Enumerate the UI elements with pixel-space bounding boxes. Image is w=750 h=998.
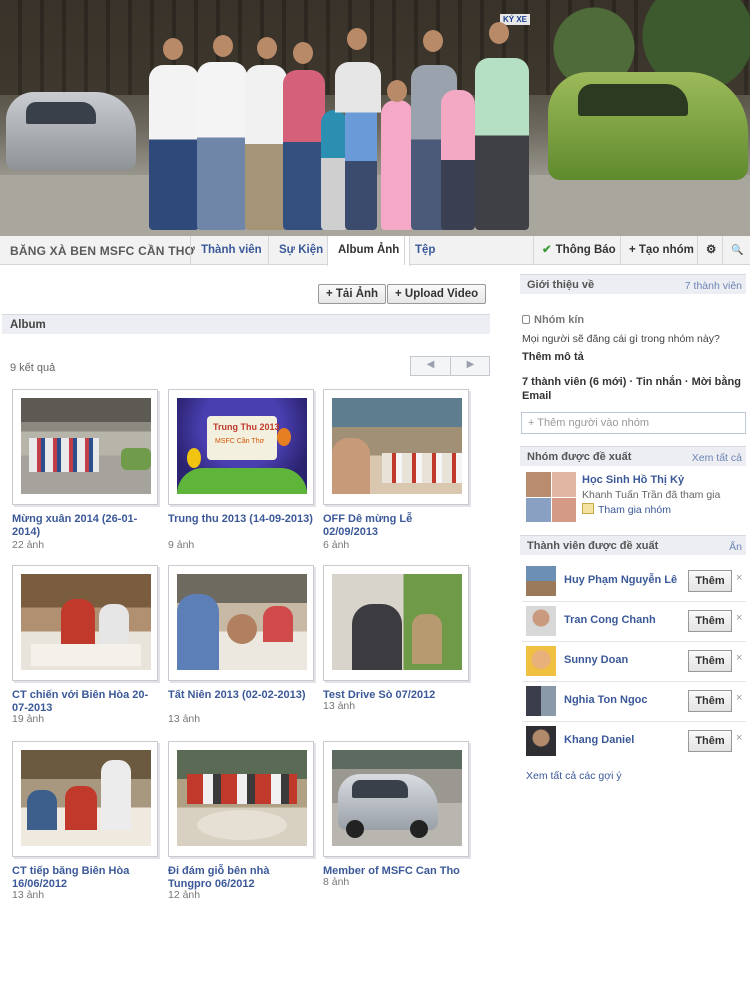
suggested-member-row: Huy Phạm Nguyễn Lê Thêm × [522, 563, 746, 601]
create-group-button[interactable]: + Tạo nhóm [620, 236, 702, 265]
tab-files[interactable]: Tệp [404, 236, 445, 265]
member-name[interactable]: Khang Daniel [564, 734, 634, 746]
album-thumbnail[interactable] [12, 565, 158, 681]
notification-button[interactable]: ✔ Thông Báo [533, 236, 624, 265]
album-thumbnail[interactable] [168, 741, 314, 857]
avatar[interactable] [526, 566, 556, 596]
join-group-button[interactable]: Tham gia nhóm [582, 503, 742, 516]
gear-icon[interactable]: ⚙ [697, 236, 724, 265]
add-member-button[interactable]: Thêm [688, 650, 732, 672]
thumb-subtitle-text: MSFC Cần Thơ [215, 438, 265, 445]
thumb-title-text: Trung Thu 2013 [213, 422, 280, 432]
join-group-icon [582, 503, 594, 514]
group-nav-bar: BĂNG XÀ BEN MSFC CẦN THƠ Thành viên Sự K… [0, 236, 750, 266]
closed-group-text: Nhóm kín [534, 314, 585, 326]
album-title[interactable]: OFF Dê mừng Lễ 02/09/2013 [323, 513, 469, 539]
album-thumbnail[interactable]: Trung Thu 2013 MSFC Cần Thơ [168, 389, 314, 505]
cover-green-car [548, 72, 748, 180]
suggested-group-joined: Khanh Tuấn Trần đã tham gia [582, 489, 721, 501]
lock-icon [522, 315, 530, 324]
suggested-member-row: Tran Cong Chanh Thêm × [522, 603, 746, 641]
add-member-button[interactable]: Thêm [688, 730, 732, 752]
upload-video-button[interactable]: + Upload Video [387, 284, 487, 304]
suggested-groups-title: Nhóm được đề xuất [527, 451, 632, 463]
suggested-group-avatar[interactable] [526, 472, 576, 522]
avatar[interactable] [526, 726, 556, 756]
suggested-member-row: Sunny Doan Thêm × [522, 643, 746, 681]
join-group-label: Tham gia nhóm [598, 504, 671, 516]
avatar[interactable] [526, 686, 556, 716]
see-all-link[interactable]: Xem tất cả [692, 452, 742, 464]
album-title[interactable]: Đi đám giỗ bên nhà Tungpro 06/2012 [168, 865, 314, 891]
member-name[interactable]: Tran Cong Chanh [564, 614, 656, 626]
notification-label: Thông Báo [555, 244, 616, 256]
member-name[interactable]: Sunny Doan [564, 654, 628, 666]
upload-photo-button[interactable]: + Tải Ảnh [318, 284, 387, 304]
album-thumbnail[interactable] [323, 389, 469, 505]
next-arrow-icon[interactable]: ▶ [451, 359, 490, 370]
group-question: Mọi người sẽ đăng cái gì trong nhóm này? [522, 333, 720, 345]
closed-group-label: Nhóm kín [522, 314, 746, 326]
album-title[interactable]: Tất Niên 2013 (02-02-2013) [168, 689, 314, 702]
about-header: Giới thiệu về 7 thành viên [520, 274, 746, 294]
album-title[interactable]: CT chiến với Biên Hòa 20-07-2013 [12, 689, 158, 715]
close-icon[interactable]: × [736, 692, 742, 704]
see-all-suggestions-link[interactable]: Xem tất cả các gợi ý [526, 770, 750, 782]
album-pager: ◀ ▶ [410, 356, 490, 376]
cover-group-people [145, 20, 535, 230]
album-thumbnail[interactable] [168, 565, 314, 681]
album-count: 13 ảnh [12, 889, 45, 901]
album-thumbnail[interactable] [323, 741, 469, 857]
album-thumbnail[interactable] [12, 389, 158, 505]
about-title: Giới thiệu về [527, 279, 595, 291]
prev-arrow-icon[interactable]: ◀ [411, 359, 450, 370]
search-icon[interactable]: 🔍 [722, 236, 750, 265]
tab-albums[interactable]: Album Ảnh [327, 236, 411, 266]
album-section-header: Album [2, 314, 490, 334]
avatar[interactable] [526, 646, 556, 676]
group-name[interactable]: BĂNG XÀ BEN MSFC CẦN THƠ [10, 244, 195, 258]
member-name[interactable]: Huy Phạm Nguyễn Lê [564, 574, 677, 586]
album-count: 12 ảnh [168, 889, 201, 901]
results-count: 9 kết quả [10, 362, 56, 374]
suggested-member-row: Khang Daniel Thêm × [522, 723, 746, 761]
album-title[interactable]: Mừng xuân 2014 (26-01-2014) [12, 513, 158, 539]
album-thumbnail[interactable] [323, 565, 469, 681]
album-count: 13 ảnh [168, 713, 201, 725]
suggested-members-title: Thành viên được đề xuất [527, 540, 659, 552]
add-people-input[interactable]: + Thêm người vào nhóm [521, 412, 746, 434]
hide-link[interactable]: Ẩn [729, 541, 742, 553]
suggested-groups-header: Nhóm được đề xuất Xem tất cả [520, 446, 746, 466]
album-count: 8 ảnh [323, 876, 350, 888]
close-icon[interactable]: × [736, 572, 742, 584]
album-count: 9 ảnh [168, 539, 195, 551]
album-title[interactable]: Trung thu 2013 (14-09-2013) [168, 513, 314, 526]
tab-events[interactable]: Sự Kiện [268, 236, 333, 265]
member-name[interactable]: Nghia Ton Ngoc [564, 694, 648, 706]
add-member-button[interactable]: Thêm [688, 610, 732, 632]
add-member-button[interactable]: Thêm [688, 570, 732, 592]
album-title[interactable]: CT tiếp băng Biên Hòa 16/06/2012 [12, 865, 158, 891]
album-count: 6 ảnh [323, 539, 350, 551]
cover-photo[interactable]: KÝ XE [0, 0, 750, 236]
album-count: 22 ảnh [12, 539, 45, 551]
suggested-members-header: Thành viên được đề xuất Ẩn [520, 535, 746, 555]
check-icon: ✔ [542, 244, 552, 256]
album-count: 19 ảnh [12, 713, 45, 725]
close-icon[interactable]: × [736, 732, 742, 744]
add-member-button[interactable]: Thêm [688, 690, 732, 712]
close-icon[interactable]: × [736, 612, 742, 624]
album-thumbnail[interactable] [12, 741, 158, 857]
members-link[interactable]: 7 thành viên [685, 280, 742, 292]
suggested-group-name[interactable]: Học Sinh Hồ Thị Kỷ [582, 474, 742, 486]
tab-members[interactable]: Thành viên [190, 236, 272, 265]
close-icon[interactable]: × [736, 652, 742, 664]
cover-silver-car [6, 92, 136, 170]
add-description-link[interactable]: Thêm mô tả [522, 351, 746, 363]
avatar[interactable] [526, 606, 556, 636]
member-summary[interactable]: 7 thành viên (6 mới) · Tin nhắn · Mời bằ… [522, 375, 746, 403]
suggested-member-row: Nghia Ton Ngoc Thêm × [522, 683, 746, 721]
album-count: 13 ảnh [323, 700, 356, 712]
